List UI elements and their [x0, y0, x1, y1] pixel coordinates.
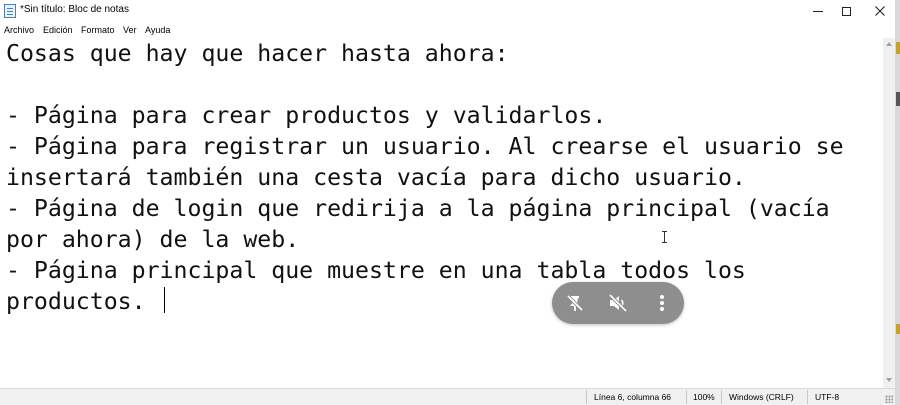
minimize-button[interactable] — [803, 0, 833, 22]
ibeam-cursor-icon — [661, 231, 669, 243]
status-zoom: 100% — [693, 392, 715, 402]
mute-icon — [608, 293, 628, 313]
menu-ver[interactable]: Ver — [123, 25, 137, 35]
window-title: *Sin título: Bloc de notas — [20, 4, 129, 15]
status-bar: Línea 6, columna 66 100% Windows (CRLF) … — [0, 388, 895, 405]
status-line-ending: Windows (CRLF) — [729, 392, 794, 402]
more-vertical-icon — [660, 295, 664, 311]
text-line: insertará también una cesta vacía para d… — [6, 164, 746, 191]
pin-off-icon — [566, 294, 584, 312]
text-editor[interactable]: Cosas que hay que hacer hasta ahora: - P… — [0, 38, 883, 388]
maximize-button[interactable] — [831, 0, 861, 22]
notepad-icon — [4, 4, 16, 18]
text-line: productos. — [6, 288, 160, 315]
background-window-edge — [895, 0, 900, 405]
unpin-button[interactable] — [564, 292, 586, 314]
maximize-icon — [841, 6, 851, 16]
menu-ayuda[interactable]: Ayuda — [145, 25, 170, 35]
text-line: - Página para crear productos y validarl… — [6, 102, 607, 129]
more-options-button[interactable] — [651, 292, 673, 314]
menu-bar: Archivo Edición Formato Ver Ayuda — [0, 22, 900, 38]
text-line: - Página de login que redirija a la pági… — [6, 195, 830, 222]
menu-archivo[interactable]: Archivo — [4, 25, 34, 35]
text-line: - Página para registrar un usuario. Al c… — [6, 133, 844, 160]
status-encoding: UTF-8 — [815, 392, 840, 402]
status-cursor-position: Línea 6, columna 66 — [594, 392, 672, 402]
scroll-down-icon[interactable] — [886, 378, 892, 382]
notepad-window: *Sin título: Bloc de notas Archivo Edici… — [0, 0, 900, 405]
close-icon — [875, 6, 885, 16]
resize-grip-icon[interactable] — [885, 395, 893, 403]
menu-edicion[interactable]: Edición — [43, 25, 73, 35]
minimize-icon — [813, 10, 823, 12]
close-button[interactable] — [865, 0, 895, 22]
vertical-scrollbar[interactable] — [883, 38, 895, 388]
scroll-up-icon[interactable] — [886, 42, 892, 46]
menu-formato[interactable]: Formato — [81, 25, 115, 35]
text-line: Cosas que hay que hacer hasta ahora: — [6, 40, 509, 67]
text-caret — [164, 287, 165, 313]
title-bar[interactable]: *Sin título: Bloc de notas — [0, 0, 900, 22]
floating-toolbar — [552, 282, 684, 324]
mute-button[interactable] — [607, 292, 629, 314]
text-line: por ahora) de la web. — [6, 226, 300, 253]
